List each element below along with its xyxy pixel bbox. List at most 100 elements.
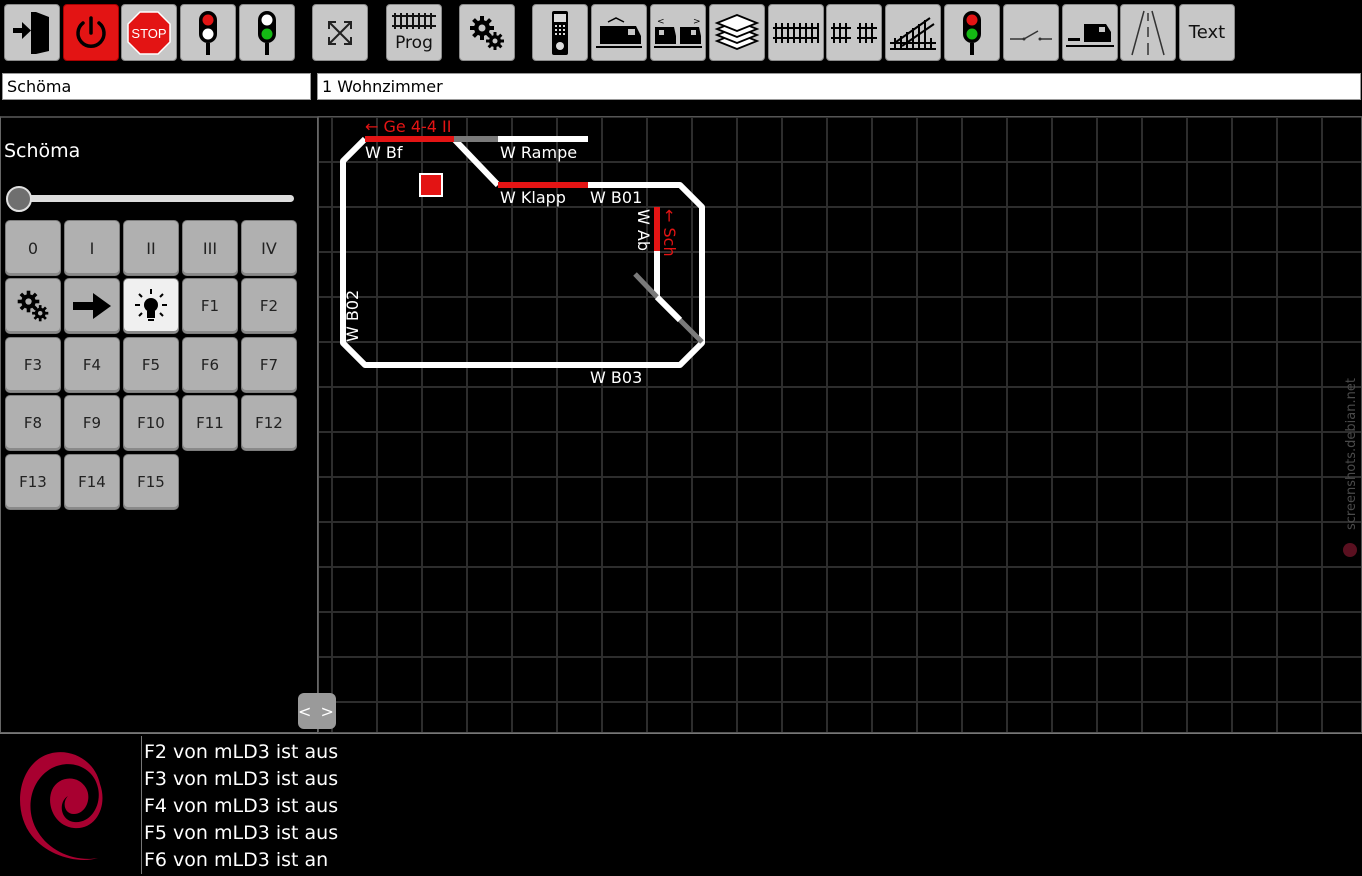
layers-icon: [714, 13, 760, 50]
accessory-icon: [1010, 29, 1052, 40]
accessory-red-square[interactable]: [419, 173, 443, 197]
track-branch-diagonal[interactable]: [654, 294, 683, 323]
gear-button-2[interactable]: II: [123, 220, 179, 276]
function-button-f5[interactable]: F5: [123, 337, 179, 393]
signals-button[interactable]: [944, 4, 1000, 61]
streets-button[interactable]: [1120, 4, 1176, 61]
routes-button[interactable]: [1062, 4, 1118, 61]
loco-title: Schöma: [4, 140, 81, 162]
locomotive-icon: [596, 16, 642, 48]
arrow-right-icon: [73, 293, 111, 319]
switches-button[interactable]: [885, 4, 941, 61]
power-button[interactable]: [63, 4, 119, 61]
function-button-f9[interactable]: F9: [64, 395, 120, 451]
log-line: F5 von mLD3 ist aus: [144, 822, 339, 844]
track-diagonal[interactable]: [451, 136, 501, 188]
function-button-f11[interactable]: F11: [182, 395, 238, 451]
light-bulb-icon: [135, 289, 167, 321]
prog-label: Prog: [395, 32, 433, 53]
gear-button-3[interactable]: III: [182, 220, 238, 276]
signal-red-icon: [199, 10, 217, 55]
track-segment-w-b02[interactable]: [340, 136, 588, 368]
log-list: F2 von mLD3 ist aus F3 von mLD3 ist aus …: [144, 739, 338, 874]
function-button-f15[interactable]: F15: [123, 454, 179, 510]
multiple-units-button[interactable]: < >: [650, 4, 706, 61]
svg-text:>: >: [693, 17, 701, 27]
speed-slider-track[interactable]: [15, 195, 294, 202]
stop-button[interactable]: STOP: [121, 4, 177, 61]
expand-icon: [328, 20, 352, 45]
gears-icon: [17, 290, 49, 322]
multiple-locomotives-icon: < >: [654, 17, 702, 48]
function-button-f1[interactable]: F1: [182, 278, 238, 334]
function-button-f12[interactable]: F12: [241, 395, 297, 451]
direction-button[interactable]: [64, 278, 120, 334]
signal-icon: [963, 10, 981, 55]
function-button-f4[interactable]: F4: [64, 337, 120, 393]
loco-control-panel: Schöma 0 I II III IV F1 F2 F3 F4 F5 F6 F…: [0, 116, 318, 733]
track-switch-icon: [890, 16, 936, 50]
text-icon: Text: [1188, 22, 1226, 43]
fullscreen-button[interactable]: [312, 4, 368, 61]
feedback-tracks-button[interactable]: [826, 4, 882, 61]
locos-button[interactable]: [591, 4, 647, 61]
track-sections-icon: [831, 22, 877, 43]
gears-icon: [470, 15, 504, 50]
accessories-button[interactable]: [1003, 4, 1059, 61]
exit-button[interactable]: [4, 4, 60, 61]
route-locomotive-icon: [1066, 23, 1114, 47]
track-label-w-ab: W Ab: [634, 209, 653, 251]
stop-sign-icon: STOP: [127, 10, 171, 55]
prog-button[interactable]: Prog: [386, 4, 442, 61]
watermark: screenshots.debian.net: [1343, 378, 1359, 557]
handheld-controller-icon: [552, 10, 568, 55]
track-straight-icon: [773, 22, 819, 43]
light-button[interactable]: [123, 278, 179, 334]
stop-sign-text: STOP: [131, 26, 166, 41]
track-switch-inactive[interactable]: [633, 272, 659, 299]
signal-green-icon: [258, 10, 276, 55]
function-button-f14[interactable]: F14: [64, 454, 120, 510]
track-label-w-rampe: W Rampe: [500, 143, 577, 162]
debian-swirl-logo: [2, 736, 142, 874]
gear-button-4[interactable]: IV: [241, 220, 297, 276]
track-label-w-klapp: W Klapp: [500, 188, 566, 207]
track-switch-inactive[interactable]: [678, 318, 704, 344]
track-label-w-b01: W B01: [590, 188, 642, 207]
watermark-text: screenshots.debian.net: [1344, 378, 1359, 530]
function-button-f8[interactable]: F8: [5, 395, 61, 451]
watermark-logo-icon: [1343, 543, 1357, 557]
panel-toggle-button[interactable]: < >: [298, 693, 336, 729]
log-panel: F2 von mLD3 ist aus F3 von mLD3 ist aus …: [0, 733, 1362, 876]
train-label-ge: ← Ge 4-4 II: [365, 117, 451, 136]
function-button-f10[interactable]: F10: [123, 395, 179, 451]
gear-button-0[interactable]: 0: [5, 220, 61, 276]
road-icon: [1131, 10, 1165, 55]
track-layout-area[interactable]: ← Ge 4-4 II W Bf W Rampe W Klapp W B01 W…: [318, 116, 1362, 733]
loco-name-field[interactable]: Schöma: [2, 73, 311, 100]
settings-button[interactable]: [459, 4, 515, 61]
track-icon: [392, 12, 436, 29]
function-button-f13[interactable]: F13: [5, 454, 61, 510]
log-line: F4 von mLD3 ist aus: [144, 795, 339, 817]
track-label-w-bf: W Bf: [365, 143, 403, 162]
layer-name-field[interactable]: 1 Wohnzimmer: [317, 73, 1361, 100]
log-line: F3 von mLD3 ist aus: [144, 768, 339, 790]
speed-slider-knob[interactable]: [6, 186, 32, 212]
function-button-f6[interactable]: F6: [182, 337, 238, 393]
signal-red-button[interactable]: [180, 4, 236, 61]
loco-settings-button[interactable]: [5, 278, 61, 334]
tracks-button[interactable]: [768, 4, 824, 61]
track-label-w-b02: W B02: [343, 290, 362, 342]
power-icon: [76, 15, 106, 48]
controller-button[interactable]: [532, 4, 588, 61]
layers-button[interactable]: [709, 4, 765, 61]
function-button-f3[interactable]: F3: [5, 337, 61, 393]
text-button[interactable]: Text: [1179, 4, 1235, 61]
function-button-f2[interactable]: F2: [241, 278, 297, 334]
function-button-f7[interactable]: F7: [241, 337, 297, 393]
track-label-w-b03: W B03: [590, 368, 642, 387]
signal-green-button[interactable]: [239, 4, 295, 61]
gear-button-1[interactable]: I: [64, 220, 120, 276]
svg-text:<: <: [657, 17, 665, 27]
